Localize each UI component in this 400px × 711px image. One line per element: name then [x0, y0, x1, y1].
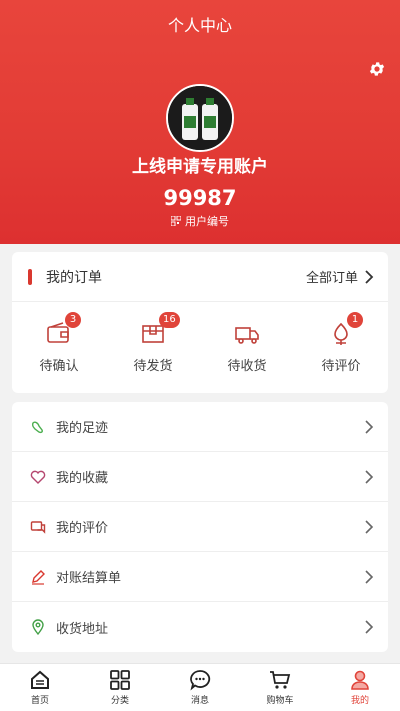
profile-icon	[351, 670, 369, 690]
avatar[interactable]	[166, 84, 234, 152]
user-number-label-row: 用户编号	[0, 213, 400, 229]
menu-item-statement[interactable]: 对账结算单	[12, 552, 388, 602]
qr-icon	[171, 216, 181, 226]
menu-item-favorites[interactable]: 我的收藏	[12, 452, 388, 502]
order-badge: 1	[347, 311, 363, 328]
menu-item-address[interactable]: 收货地址	[12, 602, 388, 652]
order-status-label: 待收货	[227, 358, 267, 374]
tab-label: 购物车	[266, 696, 294, 706]
chevron-right-icon	[365, 269, 374, 284]
tab-category[interactable]: 分类	[80, 664, 160, 711]
orders-title: 我的订单	[46, 269, 102, 286]
all-orders-link[interactable]: 全部订单	[306, 267, 374, 286]
tab-home[interactable]: 首页	[0, 664, 80, 711]
menu-item-label: 我的收藏	[56, 471, 109, 486]
menu-card: 我的足迹 我的收藏 我的评价 对账结算单 收货地址	[12, 402, 388, 652]
tab-label: 我的	[350, 696, 369, 706]
section-accent-bar	[28, 268, 32, 285]
comment-icon	[30, 520, 46, 534]
menu-item-label: 我的评价	[56, 521, 109, 536]
menu-item-label: 收货地址	[56, 621, 109, 637]
tab-label: 首页	[30, 696, 49, 706]
tab-label: 消息	[190, 696, 209, 706]
orders-card: 我的订单 全部订单 3 待确认 16 待发货 待收货 1 待评价	[12, 252, 388, 393]
home-icon	[31, 670, 49, 689]
order-badge: 3	[65, 311, 81, 328]
chevron-right-icon	[365, 419, 374, 434]
user-number-label: 用户编号	[185, 215, 229, 228]
tab-messages[interactable]: 消息	[160, 664, 240, 711]
order-status-label: 待评价	[321, 358, 361, 374]
chat-icon	[190, 670, 211, 691]
chevron-right-icon	[365, 519, 374, 534]
order-status-label: 待发货	[133, 358, 173, 374]
tab-label: 分类	[110, 696, 129, 706]
order-status-pending-receive[interactable]: 待收货	[200, 302, 294, 392]
user-number: 99987	[163, 186, 237, 210]
order-status-label: 待确认	[39, 358, 79, 374]
chevron-right-icon	[365, 620, 374, 634]
order-badge: 16	[159, 311, 180, 328]
menu-item-footprint[interactable]: 我的足迹	[12, 402, 388, 452]
menu-item-reviews[interactable]: 我的评价	[12, 502, 388, 552]
truck-icon	[235, 326, 259, 344]
all-orders-label: 全部订单	[305, 271, 358, 286]
location-icon	[32, 619, 44, 635]
username: 上线申请专用账户	[132, 157, 268, 177]
pencil-icon	[32, 569, 45, 585]
heart-icon	[30, 470, 46, 484]
menu-item-label: 对账结算单	[56, 571, 122, 586]
footprint-icon	[31, 421, 43, 433]
order-status-pending-review[interactable]: 1 待评价	[294, 302, 388, 392]
page-title: 个人中心	[167, 16, 232, 35]
order-status-pending-confirm[interactable]: 3 待确认	[12, 302, 106, 392]
menu-item-label: 我的足迹	[56, 421, 109, 436]
tab-cart[interactable]: 购物车	[240, 664, 320, 711]
profile-header: 个人中心 上线申请专用账户 99987 用户编号	[0, 0, 400, 244]
chevron-right-icon	[365, 469, 374, 484]
gear-icon[interactable]	[368, 60, 386, 78]
orders-header: 我的订单 全部订单	[12, 252, 388, 302]
order-status-pending-ship[interactable]: 16 待发货	[106, 302, 200, 392]
chevron-right-icon	[365, 569, 374, 584]
tab-profile[interactable]: 我的	[320, 664, 400, 711]
cart-icon	[270, 671, 291, 689]
avatar-image	[168, 86, 232, 150]
grid-icon	[110, 670, 130, 690]
bottom-tab-bar: 首页 分类 消息 购物车 我的	[0, 663, 400, 711]
